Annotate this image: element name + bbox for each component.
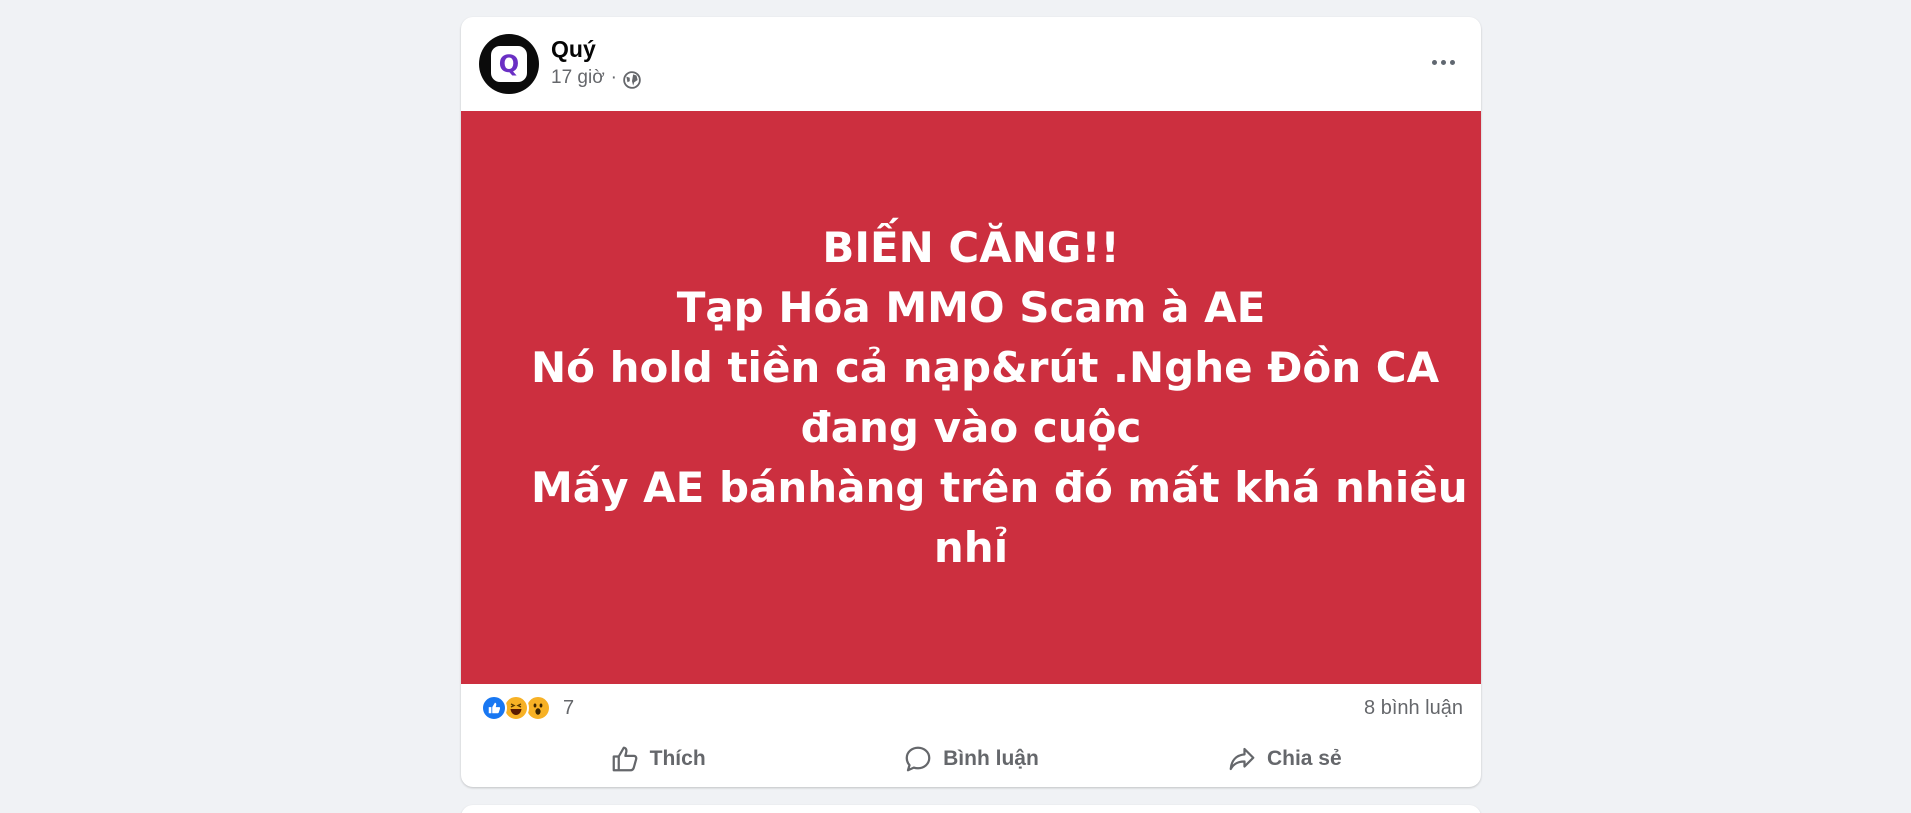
like-label: Thích: [649, 747, 706, 770]
post-time[interactable]: 17 giờ: [551, 67, 605, 89]
share-icon: [1229, 747, 1255, 771]
post-text-line: Nó hold tiền cả nạp&rút .Nghe Đồn CA: [531, 342, 1440, 392]
post-actions: Thích Bình luận Chia sẻ: [461, 737, 1481, 781]
post-text-line: BIẾN CĂNG!!: [822, 222, 1120, 272]
post-text-line: Tạp Hóa MMO Scam à AE: [676, 282, 1266, 332]
post-header: Q Quý 17 giờ ·: [461, 17, 1481, 111]
comment-count[interactable]: 8 bình luận: [1364, 697, 1463, 720]
post-text-image[interactable]: BIẾN CĂNG!! Tạp Hóa MMO Scam à AE Nó hol…: [461, 111, 1481, 684]
comment-icon: [905, 746, 931, 772]
meta-separator: ·: [610, 67, 617, 88]
author-name[interactable]: Quý: [551, 36, 596, 63]
share-label: Chia sẻ: [1266, 747, 1342, 770]
post-card: Q Quý 17 giờ · BIẾN CĂNG!! Tạp Hóa MMO S…: [461, 17, 1481, 787]
thumbs-up-icon: [612, 746, 638, 772]
post-text: BIẾN CĂNG!! Tạp Hóa MMO Scam à AE Nó hol…: [531, 218, 1481, 578]
like-icon: [481, 695, 507, 721]
share-button[interactable]: Chia sẻ: [1134, 737, 1434, 781]
like-button[interactable]: Thích: [508, 737, 808, 781]
next-post-card: [461, 805, 1481, 813]
globe-icon[interactable]: [623, 70, 641, 89]
comment-label: Bình luận: [943, 747, 1039, 770]
more-options-icon[interactable]: [1423, 42, 1463, 82]
comment-button[interactable]: Bình luận: [821, 737, 1121, 781]
post-stats: 7 8 bình luận: [461, 684, 1481, 732]
post-text-line: đang vào cuộc: [800, 402, 1142, 452]
post-text-line: Mấy AE bánhàng trên đó mất khá nhiều đấy: [531, 462, 1481, 512]
post-text-line: nhỉ: [933, 522, 1009, 572]
post-meta: 17 giờ ·: [551, 67, 641, 89]
reaction-count: 7: [563, 696, 575, 719]
reactions-summary[interactable]: 7: [481, 695, 574, 721]
avatar-logo: Q: [491, 46, 527, 82]
avatar[interactable]: Q: [479, 34, 539, 94]
